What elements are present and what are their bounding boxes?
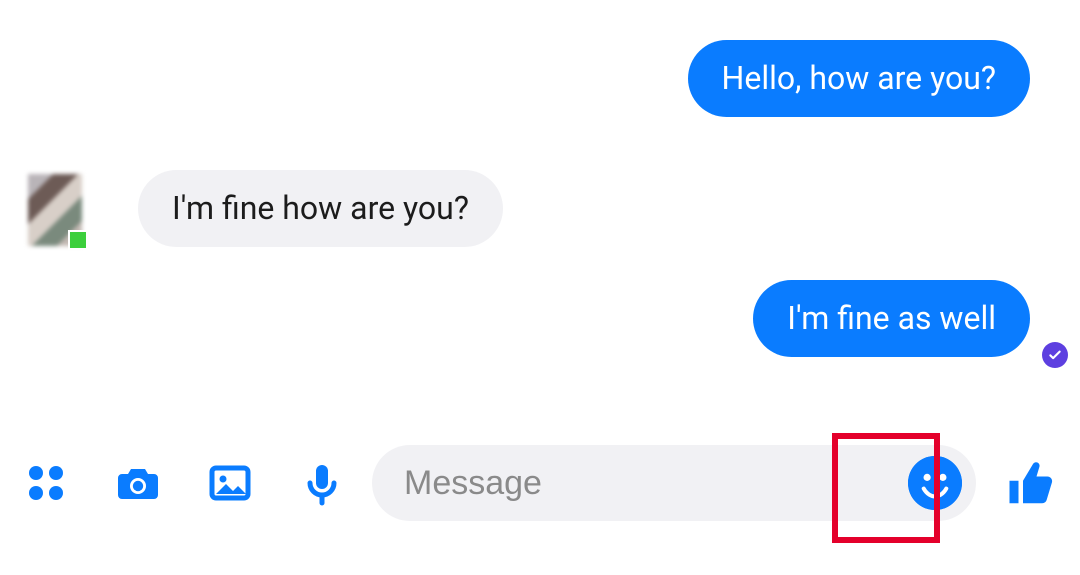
like-button[interactable]	[984, 439, 1080, 527]
emoji-button[interactable]	[908, 456, 962, 510]
thumbs-up-icon	[1005, 456, 1059, 510]
composer-bar	[0, 439, 1080, 527]
apps-icon	[22, 459, 70, 507]
message-input-container[interactable]	[372, 445, 976, 521]
check-icon	[1047, 347, 1063, 363]
mic-icon	[298, 459, 346, 507]
message-input[interactable]	[402, 463, 976, 504]
delivered-badge	[1042, 342, 1068, 368]
smiley-icon	[908, 456, 962, 510]
message-received[interactable]: I'm fine how are you?	[138, 170, 503, 247]
presence-indicator	[68, 230, 88, 250]
apps-button[interactable]	[0, 439, 92, 527]
avatar[interactable]	[28, 174, 82, 246]
camera-button[interactable]	[92, 439, 184, 527]
message-sent[interactable]: I'm fine as well	[753, 280, 1030, 357]
camera-icon	[114, 459, 162, 507]
chat-screen: Hello, how are you? I'm fine how are you…	[0, 0, 1080, 575]
message-sent[interactable]: Hello, how are you?	[688, 40, 1030, 117]
mic-button[interactable]	[276, 439, 368, 527]
gallery-button[interactable]	[184, 439, 276, 527]
gallery-icon	[206, 459, 254, 507]
